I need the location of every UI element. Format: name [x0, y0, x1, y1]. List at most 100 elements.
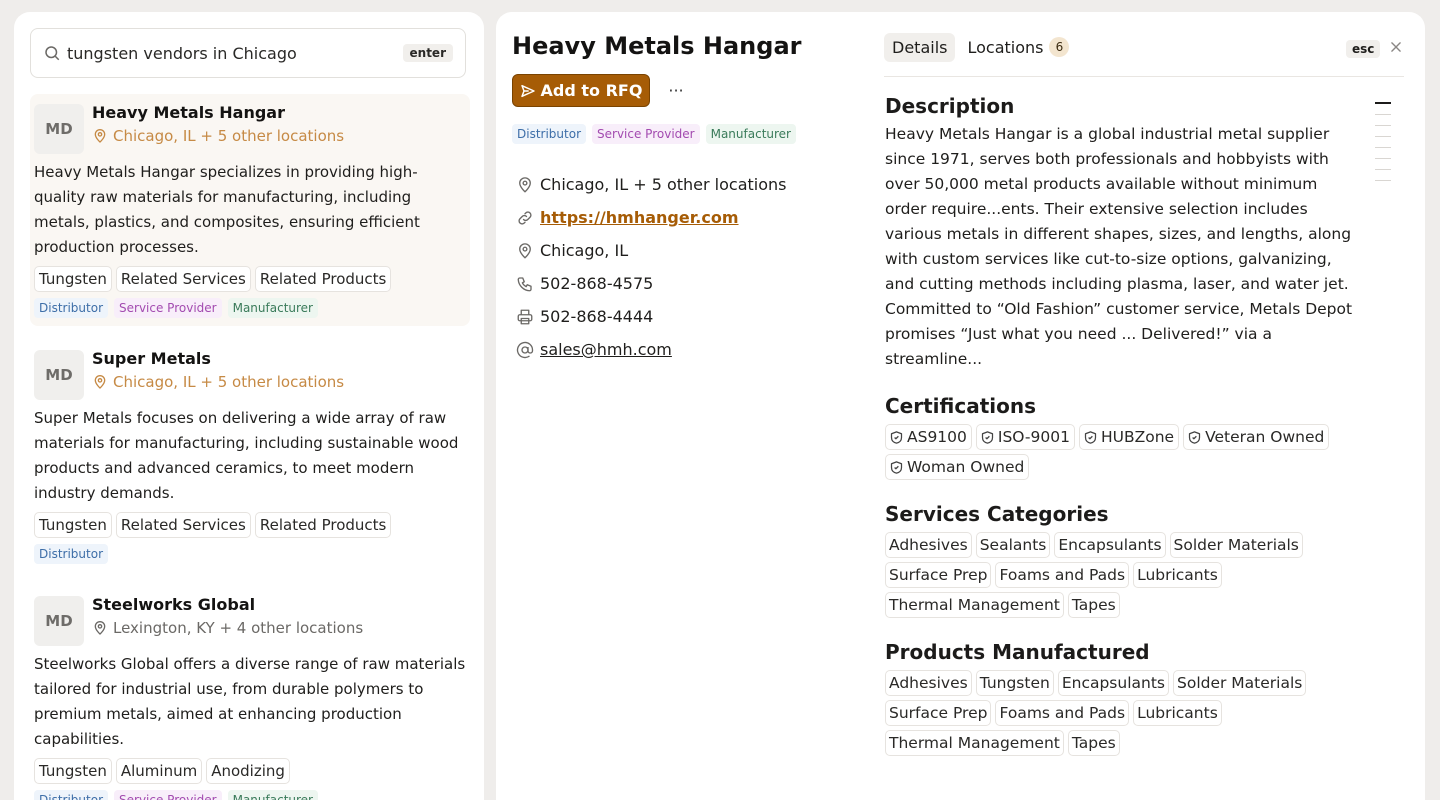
certifications-list: AS9100 ISO-9001 HUBZone Veteran Owned Wo…: [885, 424, 1360, 480]
outline-marker[interactable]: [1375, 147, 1391, 148]
product-chip[interactable]: Tapes: [1067, 730, 1120, 756]
contact-list: Chicago, IL + 5 other locations https://…: [516, 168, 786, 366]
service-chip[interactable]: Adhesives: [885, 532, 972, 558]
role-badge-manufacturer: Manufacturer: [227, 790, 318, 800]
product-chip[interactable]: Surface Prep: [885, 700, 992, 726]
shield-check-icon: [1084, 430, 1097, 444]
website-link[interactable]: https://hmhanger.com: [540, 208, 739, 227]
service-chip[interactable]: Solder Materials: [1169, 532, 1303, 558]
result-tag[interactable]: Aluminum: [115, 758, 203, 784]
outline-marker[interactable]: [1375, 114, 1391, 115]
outline-marker[interactable]: [1375, 158, 1391, 159]
service-chip[interactable]: Encapsulants: [1054, 532, 1166, 558]
role-badge-service-provider: Service Provider: [114, 790, 222, 800]
role-badge-manufacturer: Manufacturer: [705, 124, 796, 144]
product-chip[interactable]: Lubricants: [1133, 700, 1222, 726]
map-pin-icon: [94, 375, 106, 389]
close-button[interactable]: [1386, 38, 1406, 58]
product-chip[interactable]: Adhesives: [885, 670, 972, 696]
certification-chip: AS9100: [885, 424, 972, 450]
link-icon: [518, 210, 532, 225]
map-pin-icon: [94, 621, 106, 635]
city-text: Chicago, IL: [540, 241, 629, 260]
result-description: Heavy Metals Hangar specializes in provi…: [34, 163, 420, 256]
map-pin-icon: [94, 129, 106, 143]
result-card-super-metals[interactable]: MD Super Metals Chicago, IL + 5 other lo…: [30, 340, 470, 572]
outline-marker-active[interactable]: [1375, 102, 1391, 104]
result-tag[interactable]: Related Services: [115, 266, 251, 292]
product-chip[interactable]: Thermal Management: [885, 730, 1064, 756]
tab-details[interactable]: Details: [884, 32, 956, 62]
section-outline-nav[interactable]: [1375, 102, 1391, 191]
locations-summary: Chicago, IL + 5 other locations: [540, 175, 787, 194]
vendor-title: Heavy Metals Hangar: [512, 32, 802, 60]
services-heading: Services Categories: [885, 502, 1109, 526]
product-chip[interactable]: Foams and Pads: [995, 700, 1130, 726]
result-tag[interactable]: Tungsten: [34, 266, 112, 292]
products-heading: Products Manufactured: [885, 640, 1150, 664]
outline-marker[interactable]: [1375, 180, 1391, 181]
service-chip[interactable]: Surface Prep: [885, 562, 992, 588]
shield-check-icon: [890, 460, 903, 474]
role-badge-distributor: Distributor: [34, 790, 109, 800]
avatar: MD: [34, 104, 84, 154]
search-box[interactable]: enter: [30, 28, 466, 78]
result-card-heavy-metals-hangar[interactable]: MD Heavy Metals Hangar Chicago, IL + 5 o…: [30, 94, 470, 326]
avatar: MD: [34, 350, 84, 400]
service-chip[interactable]: Tapes: [1067, 592, 1120, 618]
result-tag[interactable]: Tungsten: [34, 512, 112, 538]
add-to-rfq-button[interactable]: Add to RFQ: [512, 74, 650, 107]
service-chip[interactable]: Sealants: [975, 532, 1051, 558]
result-tag[interactable]: Tungsten: [34, 758, 112, 784]
product-chip[interactable]: Tungsten: [975, 670, 1054, 696]
outline-marker[interactable]: [1375, 169, 1391, 170]
detail-tabs: Details Locations 6: [884, 32, 1081, 62]
tab-divider: [884, 76, 1404, 77]
product-chip[interactable]: Solder Materials: [1173, 670, 1307, 696]
at-sign-icon: [516, 341, 534, 358]
result-card-steelworks-global[interactable]: MD Steelworks Global Lexington, KY + 4 o…: [30, 586, 470, 800]
product-chip[interactable]: Encapsulants: [1057, 670, 1169, 696]
result-tag[interactable]: Related Products: [254, 266, 392, 292]
outline-marker[interactable]: [1375, 136, 1391, 137]
esc-key-hint: esc: [1346, 40, 1381, 58]
detail-panel: Heavy Metals Hangar Add to RFQ ··· Distr…: [496, 12, 1425, 800]
tab-locations[interactable]: Locations 6: [959, 32, 1077, 62]
result-tag[interactable]: Anodizing: [206, 758, 290, 784]
result-location-text: Chicago, IL + 5 other locations: [113, 127, 345, 145]
service-chip[interactable]: Thermal Management: [885, 592, 1064, 618]
phone-icon: [517, 276, 532, 291]
vendor-roles: Distributor Service Provider Manufacture…: [512, 124, 796, 144]
role-badge-manufacturer: Manufacturer: [227, 298, 318, 318]
email-link[interactable]: sales@hmh.com: [540, 340, 672, 359]
details-content: Description Heavy Metals Hangar is a glo…: [885, 92, 1360, 756]
result-location: Lexington, KY + 4 other locations: [92, 616, 363, 640]
more-options-button[interactable]: ···: [664, 78, 688, 102]
result-tag[interactable]: Related Services: [115, 512, 251, 538]
result-location: Chicago, IL + 5 other locations: [92, 124, 344, 148]
map-pin-icon: [519, 176, 531, 193]
contact-website: https://hmhanger.com: [516, 201, 786, 234]
printer-icon: [517, 309, 533, 324]
certification-chip: Woman Owned: [885, 454, 1030, 480]
result-location: Chicago, IL + 5 other locations: [92, 370, 344, 394]
description-heading: Description: [885, 94, 1015, 118]
search-input[interactable]: [67, 43, 403, 63]
result-tag[interactable]: Related Products: [254, 512, 392, 538]
description-text: Heavy Metals Hangar is a global industri…: [885, 125, 1353, 368]
services-list: Adhesives Sealants Encapsulants Solder M…: [885, 532, 1360, 618]
add-to-rfq-label: Add to RFQ: [540, 81, 643, 100]
contact-email: sales@hmh.com: [516, 333, 786, 366]
result-description: Steelworks Global offers a diverse range…: [34, 655, 466, 748]
contact-phone: 502-868-4575: [516, 267, 786, 300]
shield-check-icon: [890, 430, 903, 444]
role-badge-distributor: Distributor: [34, 298, 109, 318]
role-badge-distributor: Distributor: [34, 544, 109, 564]
role-badge-service-provider: Service Provider: [114, 298, 222, 318]
close-icon: [1391, 41, 1401, 52]
search-icon: [45, 46, 60, 61]
shield-check-icon: [981, 430, 994, 444]
service-chip[interactable]: Foams and Pads: [995, 562, 1130, 588]
outline-marker[interactable]: [1375, 125, 1391, 126]
service-chip[interactable]: Lubricants: [1133, 562, 1222, 588]
